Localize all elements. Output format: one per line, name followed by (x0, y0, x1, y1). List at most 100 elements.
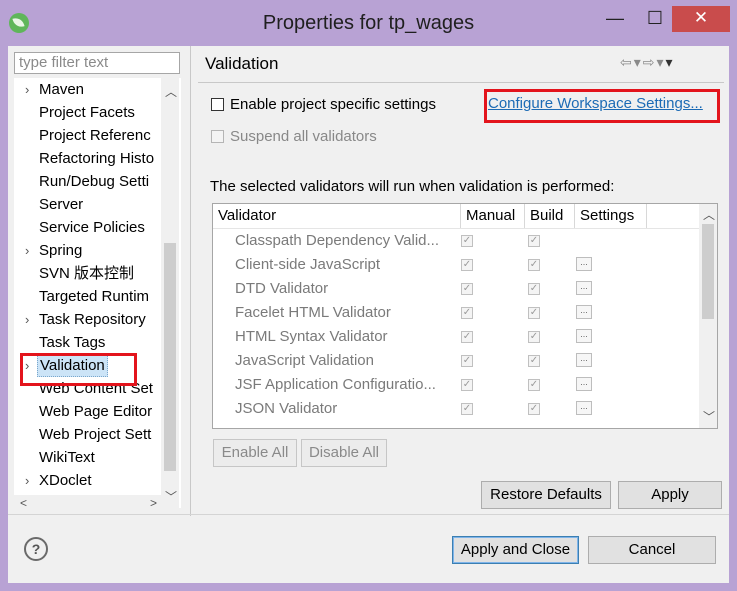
settings-button[interactable]: ... (576, 353, 592, 367)
tree-item[interactable]: Project Referenc (14, 124, 164, 147)
tree-item-label: Run/Debug Setti (39, 173, 150, 190)
pane-divider[interactable] (190, 46, 191, 516)
expand-arrow-icon[interactable]: › (25, 239, 29, 262)
table-scroll-thumb[interactable] (702, 224, 714, 319)
maximize-button[interactable]: ☐ (640, 6, 670, 32)
build-checkbox[interactable]: ✓ (528, 355, 540, 367)
table-row: Classpath Dependency Valid... ✓ ✓ (213, 229, 699, 253)
tree-item[interactable]: Server (14, 193, 164, 216)
table-row: HTML Syntax Validator ✓ ✓... (213, 325, 699, 349)
column-header-validator[interactable]: Validator (213, 204, 461, 228)
build-checkbox[interactable]: ✓ (528, 379, 540, 391)
tree-item-label: Refactoring Histo (39, 150, 155, 167)
tree-item-label: Spring (39, 242, 83, 259)
manual-checkbox[interactable]: ✓ (461, 403, 473, 415)
manual-checkbox[interactable]: ✓ (461, 307, 473, 319)
close-button[interactable]: ✕ (672, 6, 730, 32)
settings-button[interactable]: ... (576, 305, 592, 319)
expand-arrow-icon[interactable]: › (25, 78, 29, 101)
scroll-left-icon[interactable]: < (20, 496, 27, 510)
manual-checkbox[interactable]: ✓ (461, 259, 473, 271)
filter-input[interactable]: type filter text (14, 52, 180, 74)
table-scroll-down-icon[interactable]: ﹀ (703, 408, 715, 425)
enable-project-settings-label[interactable]: Enable project specific settings (230, 96, 436, 113)
column-header-build[interactable]: Build (525, 204, 575, 228)
tree-item-label: Service Policies (39, 219, 145, 236)
enable-project-settings-checkbox[interactable] (211, 98, 224, 111)
tree-item[interactable]: Web Page Editor (14, 400, 164, 423)
enable-all-button[interactable]: Enable All (213, 439, 297, 467)
tree-item[interactable]: › Maven (14, 78, 164, 101)
manual-checkbox[interactable]: ✓ (461, 331, 473, 343)
tree-horizontal-scrollbar[interactable]: < > (14, 495, 162, 513)
cancel-button[interactable]: Cancel (588, 536, 716, 564)
validator-name: HTML Syntax Validator (235, 328, 388, 345)
build-checkbox[interactable]: ✓ (528, 259, 540, 271)
validator-name: JSON Validator (235, 400, 338, 417)
build-checkbox[interactable]: ✓ (528, 283, 540, 295)
manual-checkbox[interactable]: ✓ (461, 235, 473, 247)
table-scroll-up-icon[interactable]: ︿ (703, 206, 715, 223)
tree-item-label: Task Repository (39, 311, 146, 328)
help-icon[interactable]: ? (24, 537, 48, 561)
tree-item-label: Project Facets (39, 104, 135, 121)
build-checkbox[interactable]: ✓ (528, 331, 540, 343)
tree-item-label: Web Project Sett (39, 426, 152, 443)
tree-item-label: SVN 版本控制 (39, 265, 135, 282)
tree-item-label: Web Page Editor (39, 403, 153, 420)
tree-vertical-scrollbar[interactable]: ︿ ﹀ (161, 78, 179, 508)
forward-arrow-icon[interactable]: ⇨▾ (643, 54, 666, 70)
settings-button[interactable]: ... (576, 257, 592, 271)
manual-checkbox[interactable]: ✓ (461, 355, 473, 367)
minimize-button[interactable]: — (595, 6, 635, 32)
suspend-validators-label[interactable]: Suspend all validators (230, 128, 377, 145)
validators-table: Validator Manual Build Settings Classpat… (212, 203, 718, 429)
manual-checkbox[interactable]: ✓ (461, 379, 473, 391)
scroll-down-icon[interactable]: ﹀ (165, 488, 177, 505)
build-checkbox[interactable]: ✓ (528, 403, 540, 415)
validator-name: Classpath Dependency Valid... (235, 232, 440, 249)
table-row: Facelet HTML Validator ✓ ✓... (213, 301, 699, 325)
scroll-right-icon[interactable]: > (150, 496, 157, 510)
tree-item[interactable]: WikiText (14, 446, 164, 469)
tree-item[interactable]: Targeted Runtim (14, 285, 164, 308)
tree-item[interactable]: Run/Debug Setti (14, 170, 164, 193)
title-bar[interactable]: Properties for tp_wages — ☐ ✕ (0, 0, 737, 46)
column-header-manual[interactable]: Manual (461, 204, 525, 228)
scroll-up-icon[interactable]: ︿ (165, 83, 177, 100)
validators-description: The selected validators will run when va… (210, 178, 615, 195)
tree-item[interactable]: Project Facets (14, 101, 164, 124)
settings-button[interactable]: ... (576, 377, 592, 391)
disable-all-button[interactable]: Disable All (301, 439, 387, 467)
properties-window: Properties for tp_wages — ☐ ✕ type filte… (0, 0, 737, 591)
restore-defaults-button[interactable]: Restore Defaults (481, 481, 611, 509)
settings-button[interactable]: ... (576, 281, 592, 295)
build-checkbox[interactable]: ✓ (528, 235, 540, 247)
column-header-settings[interactable]: Settings (575, 204, 647, 228)
tree-item[interactable]: Web Project Sett (14, 423, 164, 446)
apply-button[interactable]: Apply (618, 481, 722, 509)
tree-item-label: Maven (39, 81, 85, 98)
back-arrow-icon[interactable]: ⇦▾ (620, 54, 643, 70)
tree-item[interactable]: Task Tags (14, 331, 164, 354)
view-menu-icon[interactable]: ▾ (666, 54, 675, 70)
build-checkbox[interactable]: ✓ (528, 307, 540, 319)
apply-and-close-button[interactable]: Apply and Close (452, 536, 579, 564)
tree-item[interactable]: Service Policies (14, 216, 164, 239)
tree-item-label: Targeted Runtim (39, 288, 150, 305)
tree-item[interactable]: › XDoclet (14, 469, 164, 492)
table-row: DTD Validator ✓ ✓... (213, 277, 699, 301)
tree-item[interactable]: › Spring (14, 239, 164, 262)
expand-arrow-icon[interactable]: › (25, 469, 29, 492)
tree-item[interactable]: › Task Repository (14, 308, 164, 331)
table-vertical-scrollbar[interactable]: ︿ ﹀ (699, 204, 717, 428)
tree-item[interactable]: SVN 版本控制 (14, 262, 164, 285)
manual-checkbox[interactable]: ✓ (461, 283, 473, 295)
tree-scroll-thumb[interactable] (164, 243, 176, 471)
expand-arrow-icon[interactable]: › (25, 308, 29, 331)
settings-button[interactable]: ... (576, 401, 592, 415)
suspend-validators-checkbox[interactable] (211, 130, 224, 143)
history-navigation[interactable]: ⇦▾⇨▾▾ (620, 54, 675, 71)
tree-item[interactable]: Refactoring Histo (14, 147, 164, 170)
settings-button[interactable]: ... (576, 329, 592, 343)
